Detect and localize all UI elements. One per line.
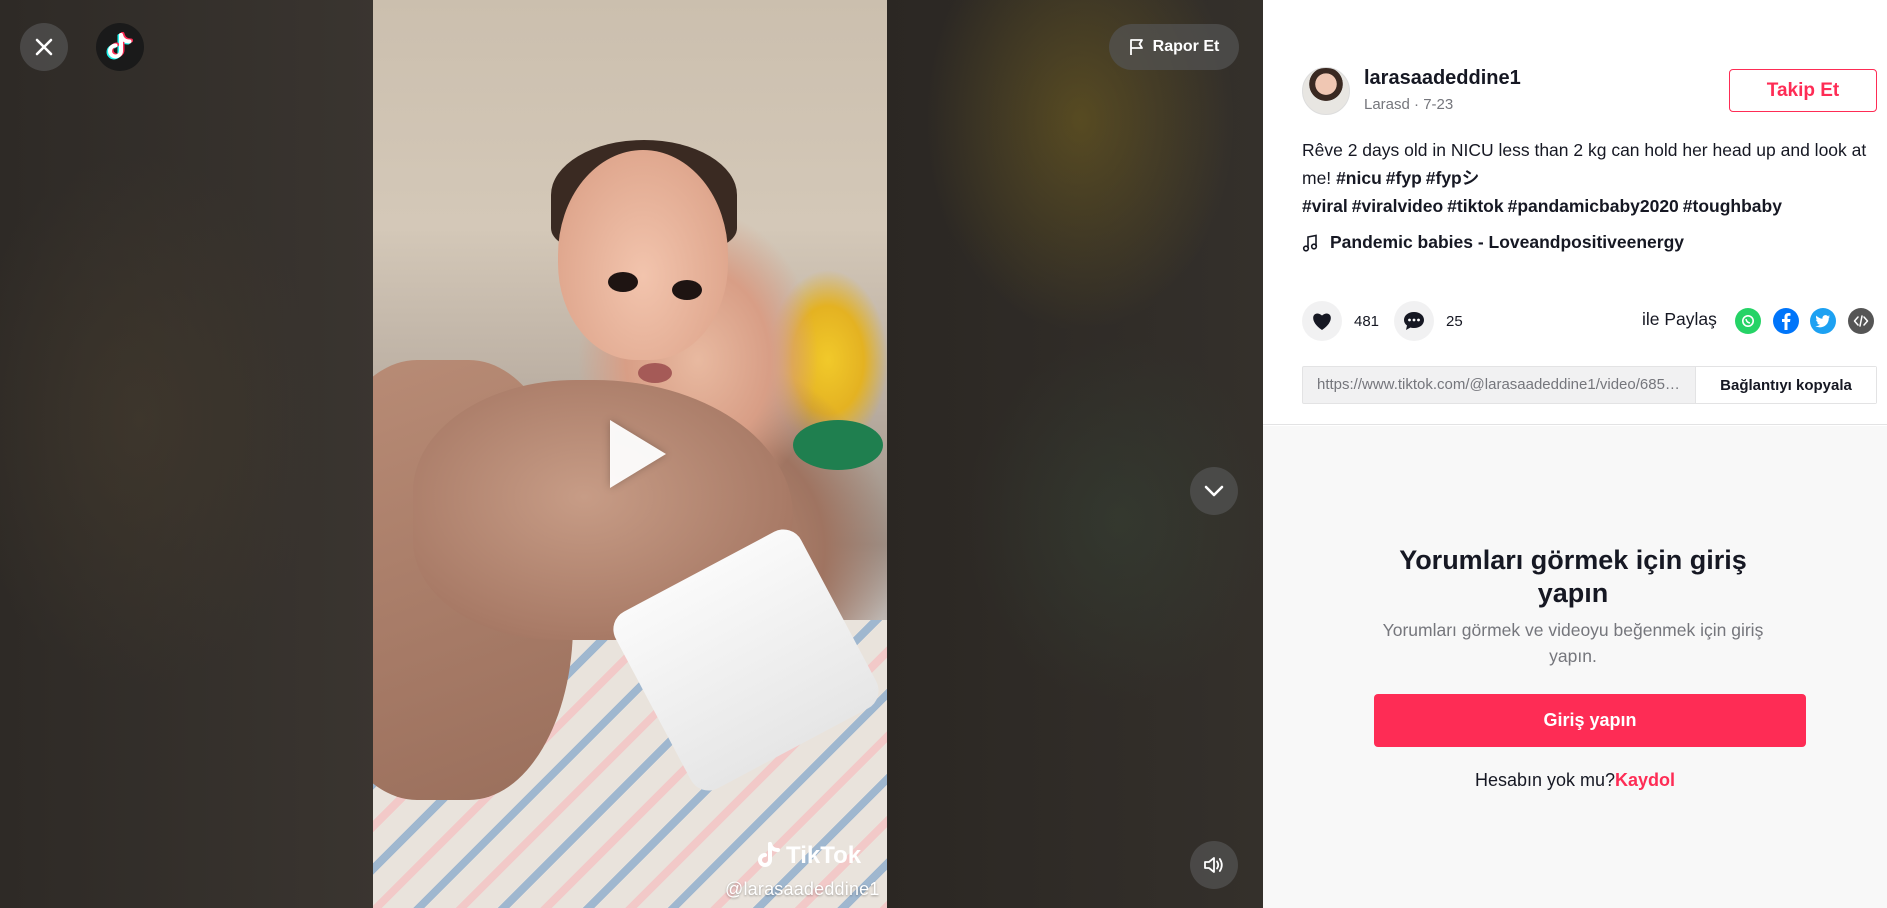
comment-button[interactable]: [1394, 301, 1434, 341]
hashtag-link[interactable]: #fypシ: [1426, 168, 1479, 188]
follow-button[interactable]: Takip Et: [1729, 69, 1877, 112]
hashtag-link[interactable]: #fyp: [1386, 168, 1422, 188]
comment-icon: [1404, 312, 1424, 330]
video-scene-baby: [558, 150, 728, 360]
heart-icon: [1313, 313, 1331, 330]
hashtag-link[interactable]: #toughbaby: [1683, 196, 1782, 216]
comment-stat[interactable]: 25: [1394, 301, 1463, 341]
video-description: Rêve 2 days old in NICU less than 2 kg c…: [1302, 136, 1867, 220]
share-link-url[interactable]: https://www.tiktok.com/@larasaadeddine1/…: [1303, 367, 1695, 403]
hashtag-link[interactable]: #nicu: [1336, 168, 1382, 188]
chevron-down-icon: [1204, 485, 1224, 497]
comments-login-section: Yorumları görmek için giriş yapın Yoruml…: [1263, 426, 1887, 908]
watermark-brand: TikTok: [786, 842, 862, 869]
hashtag-link[interactable]: #viralvideo: [1352, 196, 1443, 216]
login-title: Yorumları görmek için giriş yapın: [1399, 545, 1747, 608]
video-scene-eye: [672, 280, 702, 300]
close-icon: [35, 38, 53, 56]
signup-prompt: Hesabın yok mu?Kaydol: [1263, 770, 1887, 791]
flag-icon: [1129, 39, 1143, 55]
author-username[interactable]: larasaadeddine1: [1364, 67, 1521, 90]
facebook-icon[interactable]: [1773, 308, 1799, 334]
embed-icon[interactable]: [1848, 308, 1874, 334]
tiktok-home-button[interactable]: [96, 23, 144, 71]
details-panel: larasaadeddine1 Larasd · 7-23 Takip Et R…: [1263, 0, 1887, 908]
comment-count: 25: [1446, 312, 1463, 330]
no-account-text: Hesabın yok mu?: [1474, 770, 1616, 790]
hashtag-link[interactable]: #tiktok: [1447, 196, 1503, 216]
like-stat[interactable]: 481: [1302, 301, 1379, 341]
music-link[interactable]: Pandemic babies - Loveandpositiveenergy: [1302, 232, 1684, 253]
play-icon[interactable]: [610, 420, 666, 488]
hashtag-link[interactable]: #pandamicbaby2020: [1508, 196, 1679, 216]
login-button[interactable]: Giriş yapın: [1374, 694, 1806, 747]
report-label: Rapor Et: [1152, 38, 1220, 55]
music-note-icon: [1302, 234, 1318, 252]
report-button[interactable]: Rapor Et: [1109, 24, 1239, 70]
hashtag-link[interactable]: #viral: [1302, 196, 1348, 216]
volume-icon: [1204, 857, 1223, 873]
whatsapp-icon[interactable]: [1735, 308, 1761, 334]
video-info-section: larasaadeddine1 Larasd · 7-23 Takip Et R…: [1263, 0, 1887, 425]
like-button[interactable]: [1302, 301, 1342, 341]
share-link-box: https://www.tiktok.com/@larasaadeddine1/…: [1302, 366, 1877, 404]
video-scene-mouth: [638, 363, 672, 383]
copy-link-button[interactable]: Bağlantıyı kopyala: [1695, 367, 1876, 403]
video-scene-eye: [608, 272, 638, 292]
watermark-username: @larasaadeddine1: [725, 879, 880, 899]
video-watermark: TikTok: [756, 842, 861, 870]
twitter-icon[interactable]: [1810, 308, 1836, 334]
avatar[interactable]: [1302, 67, 1350, 115]
share-label: ile Paylaş: [1642, 309, 1717, 329]
next-video-button[interactable]: [1190, 467, 1238, 515]
tiktok-logo-icon: [106, 32, 133, 60]
music-title: Pandemic babies - Loveandpositiveenergy: [1330, 232, 1684, 252]
login-subtitle: Yorumları görmek ve videoyu beğenmek içi…: [1382, 620, 1764, 666]
tiktok-logo-icon: [758, 842, 780, 867]
video-player-area[interactable]: TikTok @larasaadeddine1 Rapor Et: [0, 0, 1263, 908]
signup-link[interactable]: Kaydol: [1615, 770, 1675, 790]
author-meta: Larasd · 7-23: [1364, 96, 1454, 113]
like-count: 481: [1354, 312, 1380, 330]
close-button[interactable]: [20, 23, 68, 71]
video-scene-toy: [793, 420, 883, 470]
sound-button[interactable]: [1190, 841, 1238, 889]
